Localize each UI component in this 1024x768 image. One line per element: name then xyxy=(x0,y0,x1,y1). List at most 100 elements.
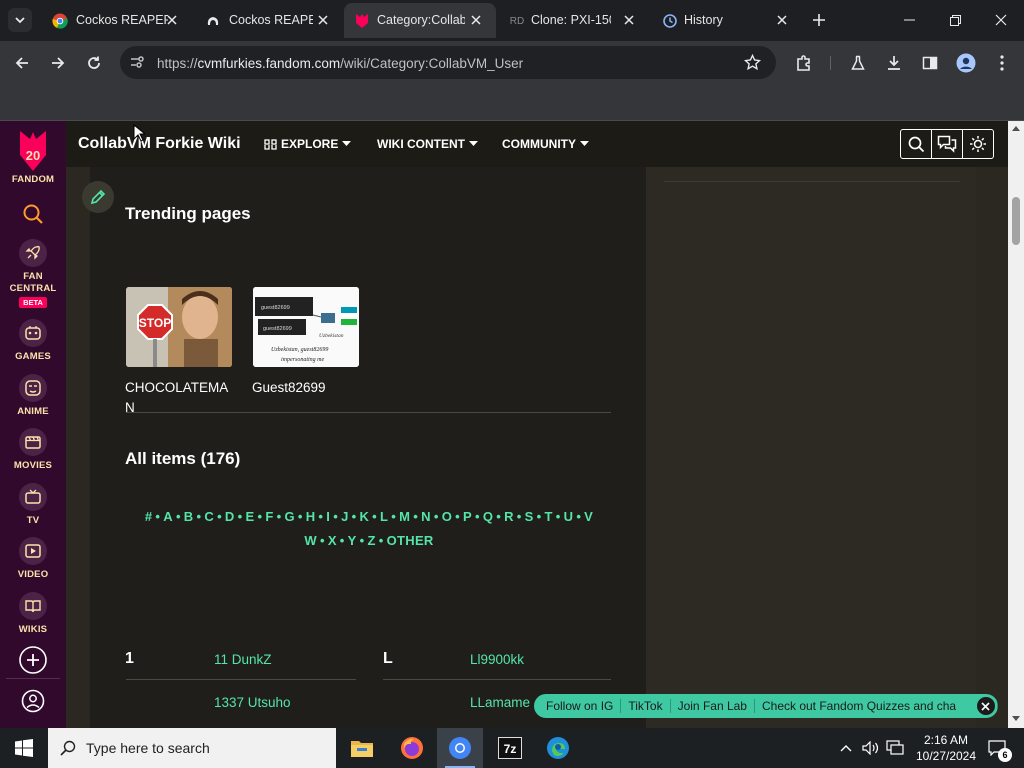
taskbar-clock[interactable]: 2:16 AM 10/27/2024 xyxy=(908,732,984,764)
scroll-up-arrow-icon[interactable] xyxy=(1012,125,1020,131)
caret-down-icon xyxy=(580,141,589,147)
alphabet-link-w[interactable]: W xyxy=(304,533,317,548)
back-button[interactable] xyxy=(10,51,34,75)
close-icon[interactable] xyxy=(315,12,331,28)
rail-user-button[interactable] xyxy=(0,689,66,713)
alphabet-link-c[interactable]: C xyxy=(204,509,214,524)
new-tab-button[interactable] xyxy=(808,9,830,31)
alphabet-link-p[interactable]: P xyxy=(463,509,472,524)
close-icon[interactable] xyxy=(468,12,484,28)
taskbar-search-box[interactable]: Type here to search xyxy=(48,728,336,768)
list-item-ll9900kk[interactable]: Ll9900kk xyxy=(470,652,524,667)
url-path: /wiki/Category:CollabVM_User xyxy=(340,56,524,71)
alphabet-link-j[interactable]: J xyxy=(341,509,349,524)
list-item-11-dunkz[interactable]: 11 DunkZ xyxy=(214,652,272,667)
fan-feed-follow-ig[interactable]: Follow on IG xyxy=(534,699,622,713)
scroll-down-arrow-icon[interactable] xyxy=(1012,716,1020,722)
trending-label-guest82699[interactable]: Guest82699 xyxy=(252,378,362,398)
alphabet-link-s[interactable]: S xyxy=(525,509,534,524)
list-item-1337-utsuho[interactable]: 1337 Utsuho xyxy=(214,695,291,710)
tab-search-button[interactable] xyxy=(8,8,32,32)
theme-toggle-button[interactable] xyxy=(963,130,993,158)
star-icon[interactable] xyxy=(744,54,761,71)
rail-item-wikis[interactable]: WIKIS xyxy=(0,591,66,636)
start-button[interactable] xyxy=(0,728,48,768)
reload-button[interactable] xyxy=(82,51,106,75)
alphabet-link-z[interactable]: Z xyxy=(368,533,376,548)
fan-feed-quizzes[interactable]: Check out Fandom Quizzes and cha xyxy=(755,699,963,713)
notification-center-button[interactable]: 6 xyxy=(984,728,1012,768)
taskbar-firefox[interactable] xyxy=(389,728,435,768)
nav-wiki-content[interactable]: WIKI CONTENT xyxy=(377,137,478,151)
tab-cockos-1[interactable]: Cockos REAPER xyxy=(40,3,190,38)
tab-cockos-2[interactable]: Cockos REAPER xyxy=(193,3,343,38)
tray-overflow-button[interactable] xyxy=(836,728,856,768)
rail-item-fan-central[interactable]: FAN CENTRAL BETA xyxy=(0,238,66,308)
alphabet-link-q[interactable]: Q xyxy=(483,509,493,524)
rail-create-button[interactable] xyxy=(0,645,66,675)
extensions-button[interactable] xyxy=(792,51,816,75)
taskbar-edge[interactable] xyxy=(535,728,581,768)
rail-search[interactable] xyxy=(0,203,66,225)
profile-button[interactable] xyxy=(954,51,978,75)
restore-button[interactable] xyxy=(932,0,978,40)
volume-button[interactable] xyxy=(860,728,882,768)
close-icon[interactable] xyxy=(164,12,180,28)
network-button[interactable] xyxy=(884,728,906,768)
page-scrollbar[interactable] xyxy=(1008,121,1024,728)
fan-feed-tiktok[interactable]: TikTok xyxy=(621,699,671,713)
alphabet-link-n[interactable]: N xyxy=(421,509,431,524)
edit-button[interactable] xyxy=(82,181,114,213)
side-panel-button[interactable] xyxy=(918,51,942,75)
discussions-button[interactable] xyxy=(932,130,963,158)
tab-clone-pxi[interactable]: RD Clone: PXI-150 xyxy=(497,3,647,38)
alphabet-link-d[interactable]: D xyxy=(225,509,235,524)
taskbar-chrome[interactable] xyxy=(437,728,483,768)
close-icon[interactable] xyxy=(621,12,637,28)
trending-thumb-chocolateman[interactable]: STOP xyxy=(126,287,232,367)
fandom-logo[interactable]: 20 FANDOM xyxy=(0,129,66,186)
alphabet-link-other[interactable]: OTHER xyxy=(387,533,434,548)
alphabet-link-o[interactable]: O xyxy=(442,509,452,524)
nav-community[interactable]: COMMUNITY xyxy=(502,137,589,151)
rail-item-anime[interactable]: ANIME xyxy=(0,373,66,418)
alphabet-link-t[interactable]: T xyxy=(545,509,553,524)
alphabet-link-b[interactable]: B xyxy=(184,509,194,524)
alphabet-link-r[interactable]: R xyxy=(504,509,514,524)
address-bar[interactable]: https://cvmfurkies.fandom.com/wiki/Categ… xyxy=(120,46,776,79)
taskbar-file-explorer[interactable] xyxy=(339,728,385,768)
alphabet-link-y[interactable]: Y xyxy=(348,533,357,548)
site-info-icon[interactable] xyxy=(129,54,145,70)
rail-item-video[interactable]: VIDEO xyxy=(0,536,66,581)
close-window-button[interactable] xyxy=(978,0,1024,40)
alphabet-link-f[interactable]: F xyxy=(265,509,273,524)
rail-item-movies[interactable]: MOVIES xyxy=(0,427,66,472)
tab-category-collabvm[interactable]: Category:CollabVM xyxy=(344,3,496,38)
nav-explore[interactable]: EXPLORE xyxy=(264,137,352,151)
forward-button[interactable] xyxy=(46,51,70,75)
rail-item-tv[interactable]: TV xyxy=(0,482,66,527)
minimize-button[interactable] xyxy=(886,0,932,40)
fan-feed-fan-lab[interactable]: Join Fan Lab xyxy=(671,699,755,713)
list-item-llamame[interactable]: LLamame xyxy=(470,695,530,710)
alphabet-link-v[interactable]: V xyxy=(584,509,593,524)
browser-menu-button[interactable] xyxy=(990,51,1014,75)
wiki-search-button[interactable] xyxy=(901,130,932,158)
taskbar-7zip[interactable]: 7z xyxy=(487,728,533,768)
fan-feed-close-button[interactable] xyxy=(977,697,998,715)
trending-thumb-guest82699[interactable]: guest82699 guest82699 Uzbekistan Uzbekis… xyxy=(253,287,359,367)
tab-history[interactable]: History xyxy=(650,3,800,38)
alphabet-link-g[interactable]: G xyxy=(284,509,294,524)
wiki-title[interactable]: CollabVM Forkie Wiki xyxy=(78,135,241,153)
alphabet-link-k[interactable]: K xyxy=(359,509,369,524)
labs-button[interactable] xyxy=(846,51,870,75)
alphabet-link-h[interactable]: H xyxy=(306,509,316,524)
alphabet-link-m[interactable]: M xyxy=(399,509,410,524)
alphabet-link-x[interactable]: X xyxy=(328,533,337,548)
alphabet-link-u[interactable]: U xyxy=(564,509,574,524)
scrollbar-thumb[interactable] xyxy=(1012,197,1020,245)
alphabet-link-a[interactable]: A xyxy=(163,509,173,524)
close-icon[interactable] xyxy=(774,12,790,28)
downloads-button[interactable] xyxy=(882,51,906,75)
rail-item-games[interactable]: GAMES xyxy=(0,318,66,363)
